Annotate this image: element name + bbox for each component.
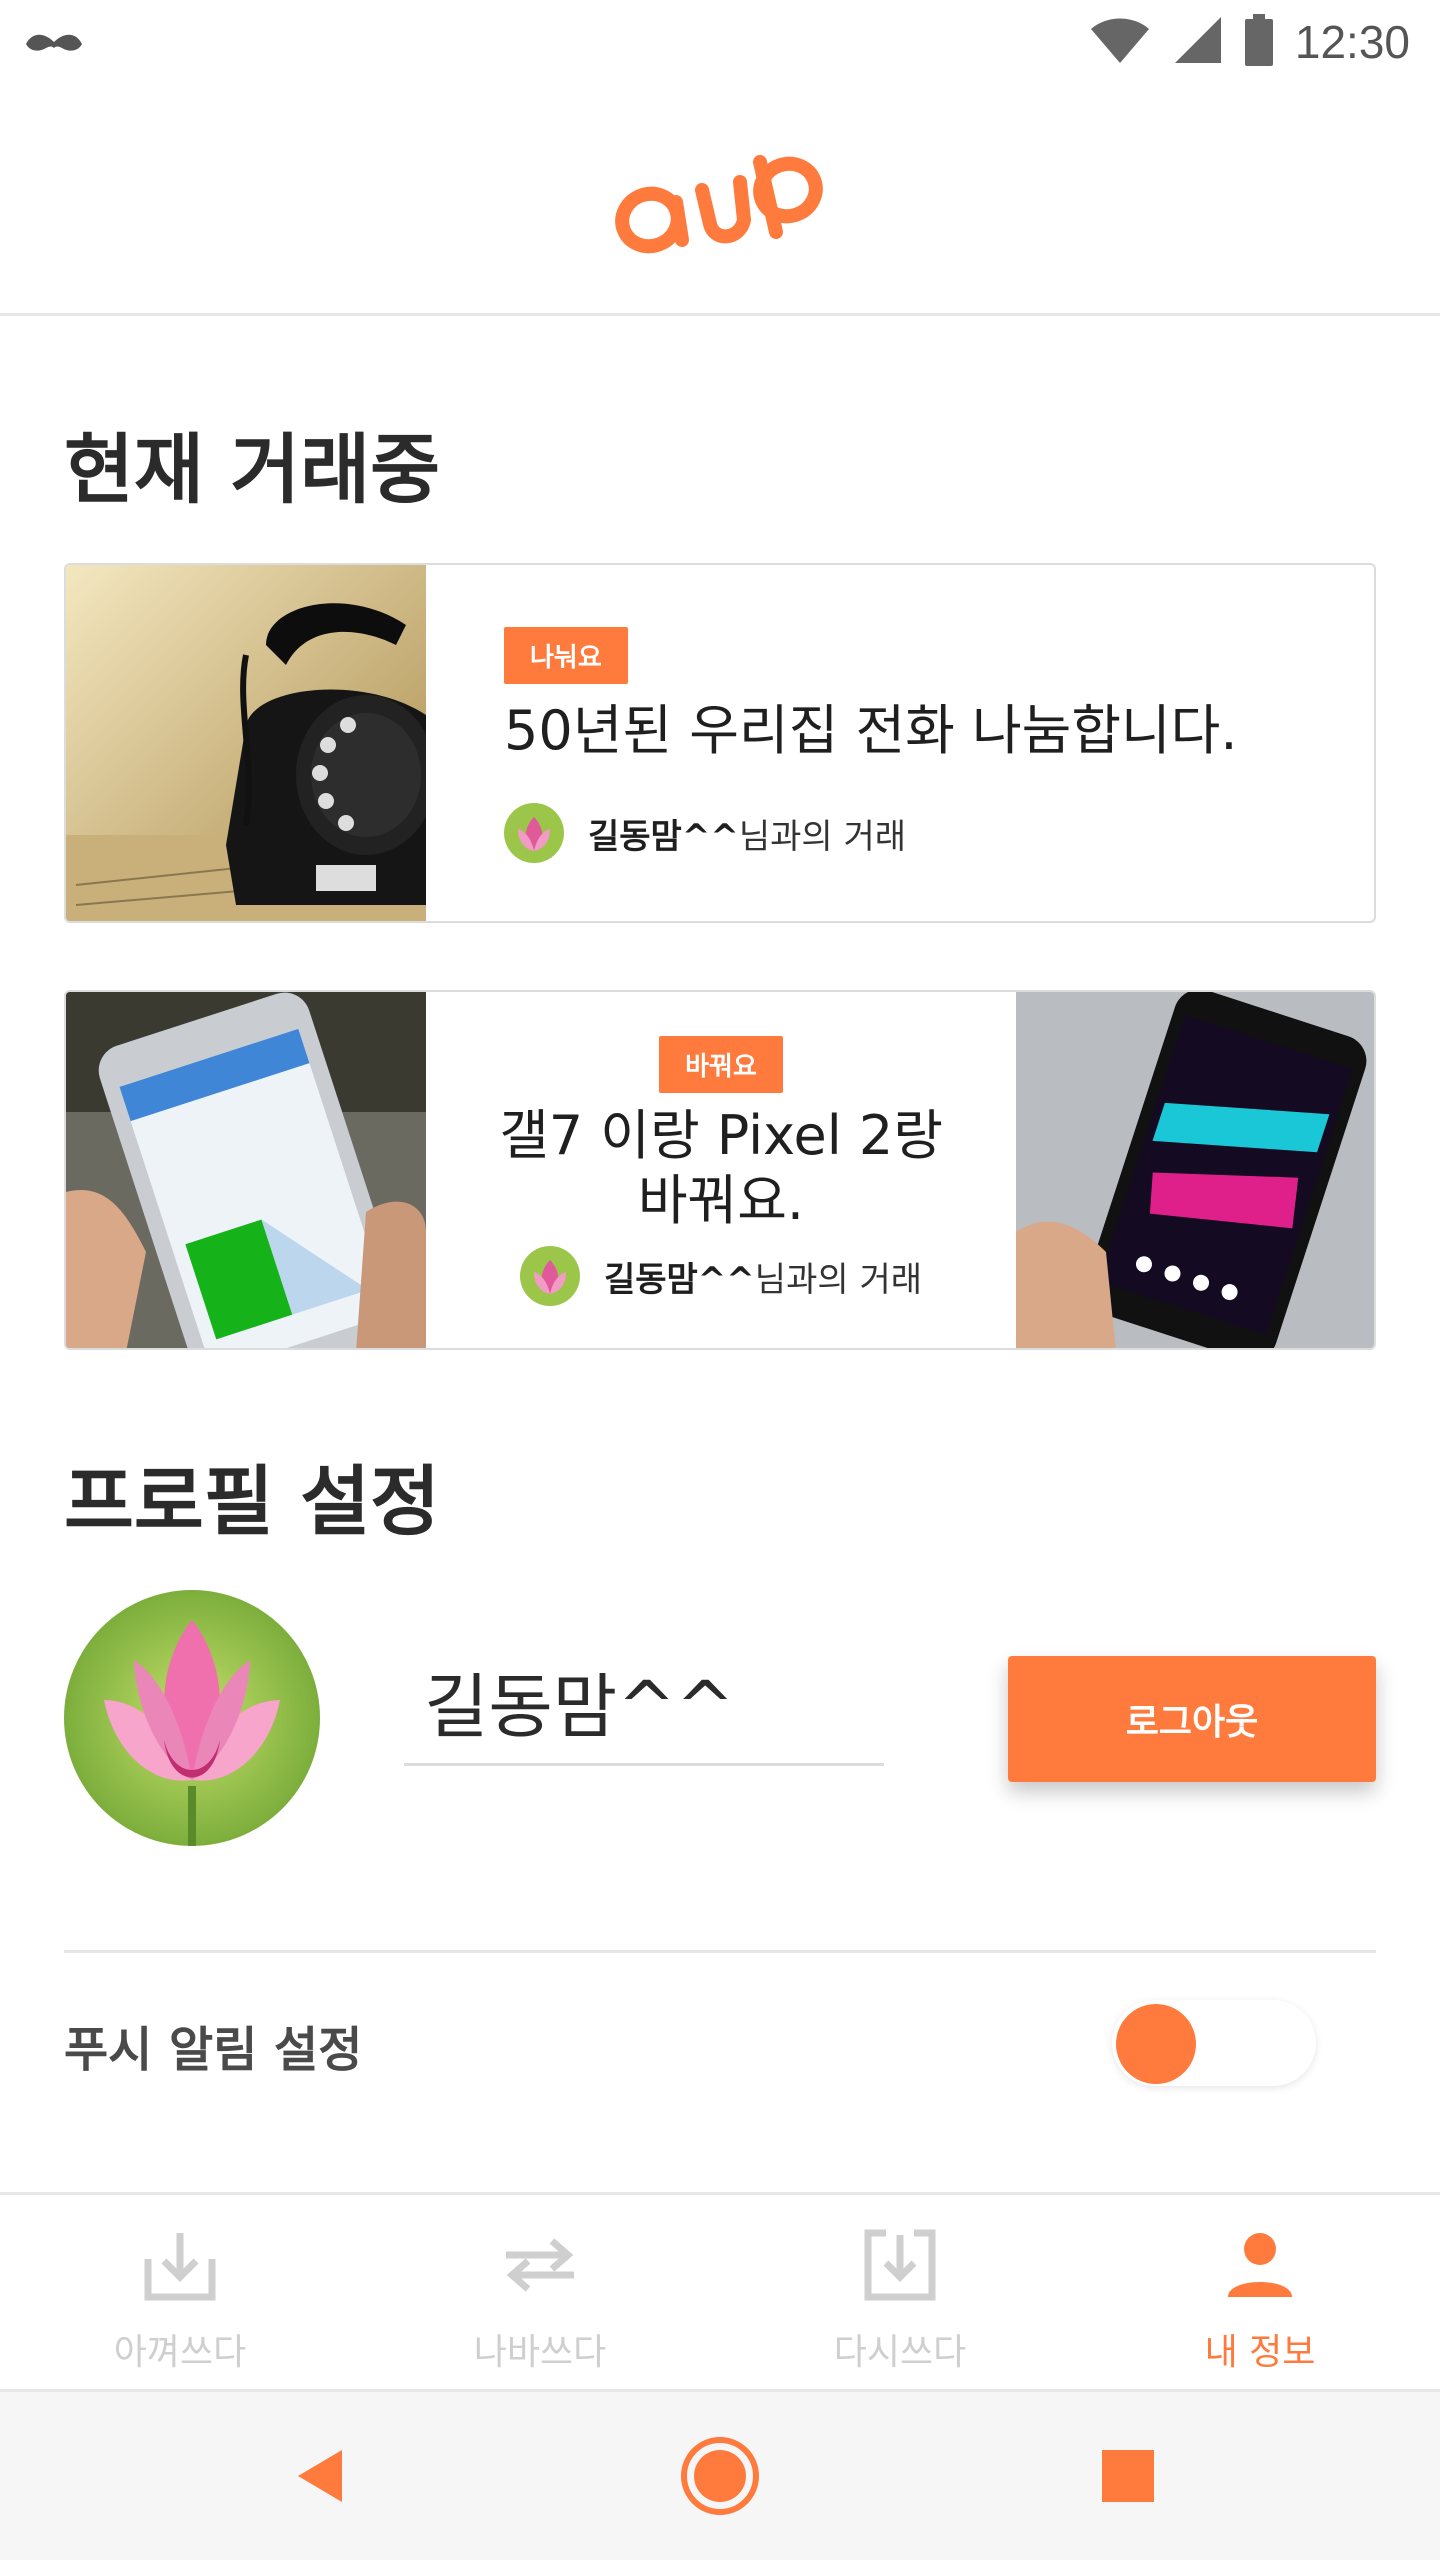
- exchange-arrows-icon: [500, 2225, 580, 2309]
- battery-icon: [1244, 14, 1273, 70]
- rotary-phone-image: [66, 565, 426, 921]
- tab-my-info[interactable]: 내 정보: [1080, 2195, 1440, 2389]
- profile-section-title: 프로필 설정: [64, 1457, 441, 1546]
- trade-partner: 길동맘^^님과의 거래: [504, 803, 906, 863]
- toggle-knob: [1116, 2004, 1196, 2084]
- home-icon[interactable]: [676, 2392, 764, 2560]
- tab-reuse[interactable]: 다시쓰다: [720, 2195, 1080, 2389]
- download-box-icon: [140, 2225, 220, 2309]
- logout-button[interactable]: 로그아웃: [1008, 1656, 1376, 1782]
- reuse-box-icon: [860, 2225, 940, 2309]
- trade-card[interactable]: 바꿔요 갤7 이랑 Pixel 2랑 바꿔요. 길동맘^^님과의 거래: [64, 990, 1376, 1350]
- signal-icon: [1173, 15, 1223, 69]
- partner-name: 길동맘^^: [588, 816, 739, 857]
- bottom-tab-bar: 아껴쓰다 나바쓰다 다시쓰다 내 정보: [0, 2192, 1440, 2392]
- tab-exchange[interactable]: 나바쓰다: [360, 2195, 720, 2389]
- partner-name: 길동맘^^: [603, 1259, 755, 1300]
- partner-suffix: 님과의 거래: [754, 1259, 923, 1300]
- tab-save[interactable]: 아껴쓰다: [0, 2195, 360, 2389]
- partner-suffix: 님과의 거래: [738, 816, 907, 857]
- pixel-phone-image: [1016, 992, 1374, 1348]
- trade-card[interactable]: 나눠요 50년된 우리집 전화 나눔합니다. 길동맘^^님과의 거래: [64, 563, 1376, 923]
- status-time: 12:30: [1294, 16, 1410, 68]
- share-badge: 나눠요: [504, 627, 628, 684]
- trade-title: 50년된 우리집 전화 나눔합니다.: [504, 699, 1238, 762]
- recents-icon[interactable]: [1098, 2392, 1158, 2560]
- trading-section-title: 현재 거래중: [64, 425, 441, 514]
- system-nav-bar: [0, 2392, 1440, 2560]
- tab-label: 나바쓰다: [473, 2332, 607, 2373]
- push-setting-label: 푸시 알림 설정: [64, 2022, 363, 2078]
- app-logo[interactable]: [610, 132, 830, 262]
- trade-title-line1: 갤7 이랑 Pixel 2랑: [499, 1104, 943, 1167]
- exchange-badge: 바꿔요: [659, 1036, 783, 1093]
- mustache-icon: [22, 18, 86, 66]
- trade-title: 갤7 이랑 Pixel 2랑 바꿔요.: [426, 1104, 1016, 1234]
- profile-avatar[interactable]: [64, 1590, 320, 1846]
- back-icon[interactable]: [280, 2392, 360, 2560]
- trade-title-line2: 바꿔요.: [637, 1168, 805, 1232]
- tab-label: 아껴쓰다: [113, 2332, 247, 2373]
- trade-partner: 길동맘^^님과의 거래: [426, 1246, 1016, 1306]
- status-bar: 12:30: [0, 0, 1440, 84]
- push-toggle[interactable]: [1112, 2000, 1316, 2086]
- divider: [64, 1950, 1376, 1953]
- tab-label: 다시쓰다: [833, 2332, 967, 2373]
- tab-label: 내 정보: [1204, 2332, 1316, 2373]
- partner-avatar: [504, 803, 564, 863]
- partner-avatar: [519, 1246, 580, 1306]
- person-icon: [1220, 2225, 1300, 2309]
- app-header: [0, 84, 1440, 316]
- wifi-icon: [1089, 15, 1151, 69]
- galaxy-phone-image: [66, 992, 426, 1348]
- nickname-input[interactable]: [404, 1640, 884, 1766]
